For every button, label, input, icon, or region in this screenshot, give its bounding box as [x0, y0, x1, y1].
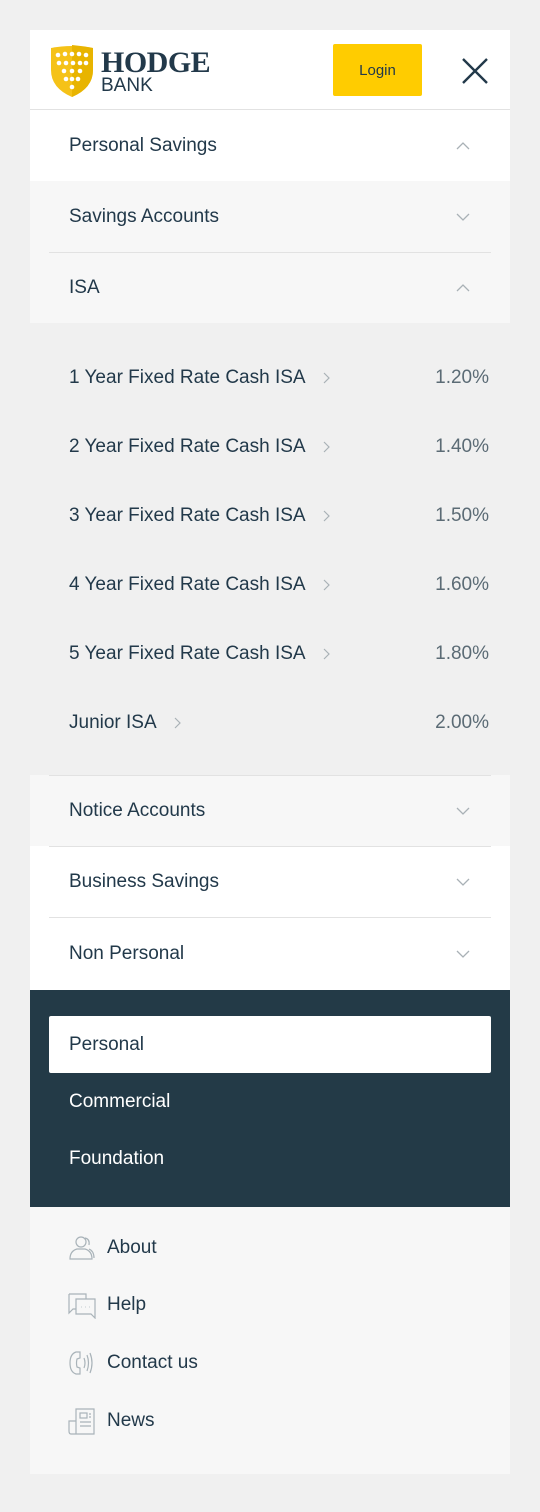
- isa-product-link[interactable]: 3 Year Fixed Rate Cash ISA: [69, 505, 330, 527]
- person-icon: [69, 1236, 95, 1260]
- chevron-right-icon: [174, 717, 181, 728]
- isa-product-row[interactable]: Junior ISA 2.00%: [30, 688, 510, 757]
- isa-product-row[interactable]: 4 Year Fixed Rate Cash ISA 1.60%: [30, 550, 510, 619]
- hodge-bank-logo[interactable]: HODGE BANK: [49, 44, 211, 98]
- menu-notice-accounts[interactable]: Notice Accounts: [30, 775, 510, 846]
- isa-product-row[interactable]: 2 Year Fixed Rate Cash ISA 1.40%: [30, 412, 510, 481]
- menu-label: Notice Accounts: [69, 799, 206, 821]
- footer-link-about[interactable]: About: [30, 1219, 510, 1277]
- isa-rate: 1.80%: [435, 642, 489, 664]
- isa-product-link[interactable]: 5 Year Fixed Rate Cash ISA: [69, 643, 330, 665]
- isa-product-row[interactable]: 5 Year Fixed Rate Cash ISA 1.80%: [30, 619, 510, 688]
- isa-product-link[interactable]: 4 Year Fixed Rate Cash ISA: [69, 574, 330, 596]
- navigation-menu: HODGE BANK Login Personal Savings Saving…: [30, 30, 510, 1475]
- segment-switcher: Personal Commercial Foundation: [30, 990, 510, 1207]
- chevron-right-icon: [323, 441, 330, 452]
- menu-isa[interactable]: ISA: [30, 252, 510, 323]
- menu-label: Savings Accounts: [69, 205, 219, 227]
- chevron-down-icon: [456, 878, 470, 886]
- isa-product-name: 5 Year Fixed Rate Cash ISA: [69, 642, 306, 664]
- isa-product-link[interactable]: 1 Year Fixed Rate Cash ISA: [69, 367, 330, 389]
- menu-label: ISA: [69, 276, 100, 298]
- header: HODGE BANK Login: [30, 30, 510, 110]
- login-button[interactable]: Login: [333, 44, 422, 96]
- menu-non-personal[interactable]: Non Personal: [30, 917, 510, 990]
- newspaper-icon: [68, 1407, 95, 1435]
- footer-link-contact-us[interactable]: Contact us: [30, 1334, 510, 1392]
- menu-label: Personal Savings: [69, 134, 217, 156]
- chevron-down-icon: [456, 213, 470, 221]
- segment-personal[interactable]: Personal: [49, 1016, 491, 1073]
- logo-hodge-text: HODGE: [101, 45, 211, 79]
- isa-product-name: 2 Year Fixed Rate Cash ISA: [69, 435, 306, 457]
- footer-label: About: [107, 1236, 157, 1258]
- chevron-down-icon: [456, 807, 470, 815]
- isa-product-name: 1 Year Fixed Rate Cash ISA: [69, 366, 306, 388]
- isa-product-name: 3 Year Fixed Rate Cash ISA: [69, 504, 306, 526]
- chevron-right-icon: [323, 579, 330, 590]
- phone-icon: [69, 1351, 93, 1375]
- footer-label: Help: [107, 1294, 147, 1316]
- chevron-right-icon: [323, 510, 330, 521]
- chevron-down-icon: [456, 950, 470, 958]
- footer-label: News: [107, 1409, 155, 1431]
- isa-product-row[interactable]: 1 Year Fixed Rate Cash ISA 1.20%: [30, 343, 510, 412]
- isa-product-row[interactable]: 3 Year Fixed Rate Cash ISA 1.50%: [30, 481, 510, 550]
- footer-label: Contact us: [107, 1351, 198, 1373]
- close-icon[interactable]: [460, 56, 490, 86]
- chevron-up-icon: [456, 141, 470, 149]
- shield-logo-icon: [51, 45, 93, 97]
- chevron-right-icon: [323, 648, 330, 659]
- footer-link-help[interactable]: Help: [30, 1277, 510, 1335]
- menu-savings-accounts[interactable]: Savings Accounts: [30, 181, 510, 252]
- isa-product-name: 4 Year Fixed Rate Cash ISA: [69, 573, 306, 595]
- chevron-up-icon: [456, 283, 470, 291]
- isa-rate: 1.60%: [435, 573, 489, 595]
- segment-commercial[interactable]: Commercial: [49, 1073, 491, 1130]
- isa-rate: 2.00%: [435, 711, 489, 733]
- chat-icon: [68, 1293, 96, 1320]
- isa-rate: 1.50%: [435, 504, 489, 526]
- isa-rate: 1.40%: [435, 435, 489, 457]
- menu-business-savings[interactable]: Business Savings: [30, 846, 510, 917]
- segment-foundation[interactable]: Foundation: [49, 1130, 491, 1187]
- menu-label: Non Personal: [69, 942, 185, 964]
- menu-personal-savings[interactable]: Personal Savings: [30, 110, 510, 181]
- footer-links: About Help Contact us News: [30, 1207, 510, 1475]
- isa-product-name: Junior ISA: [69, 711, 157, 733]
- menu-label: Business Savings: [69, 870, 219, 892]
- isa-product-link[interactable]: 2 Year Fixed Rate Cash ISA: [69, 436, 330, 458]
- isa-product-link[interactable]: Junior ISA: [69, 712, 181, 734]
- footer-link-news[interactable]: News: [30, 1392, 510, 1450]
- isa-rate: 1.20%: [435, 366, 489, 388]
- chevron-right-icon: [323, 372, 330, 383]
- isa-product-list: 1 Year Fixed Rate Cash ISA 1.20% 2 Year Fi…: [30, 323, 510, 775]
